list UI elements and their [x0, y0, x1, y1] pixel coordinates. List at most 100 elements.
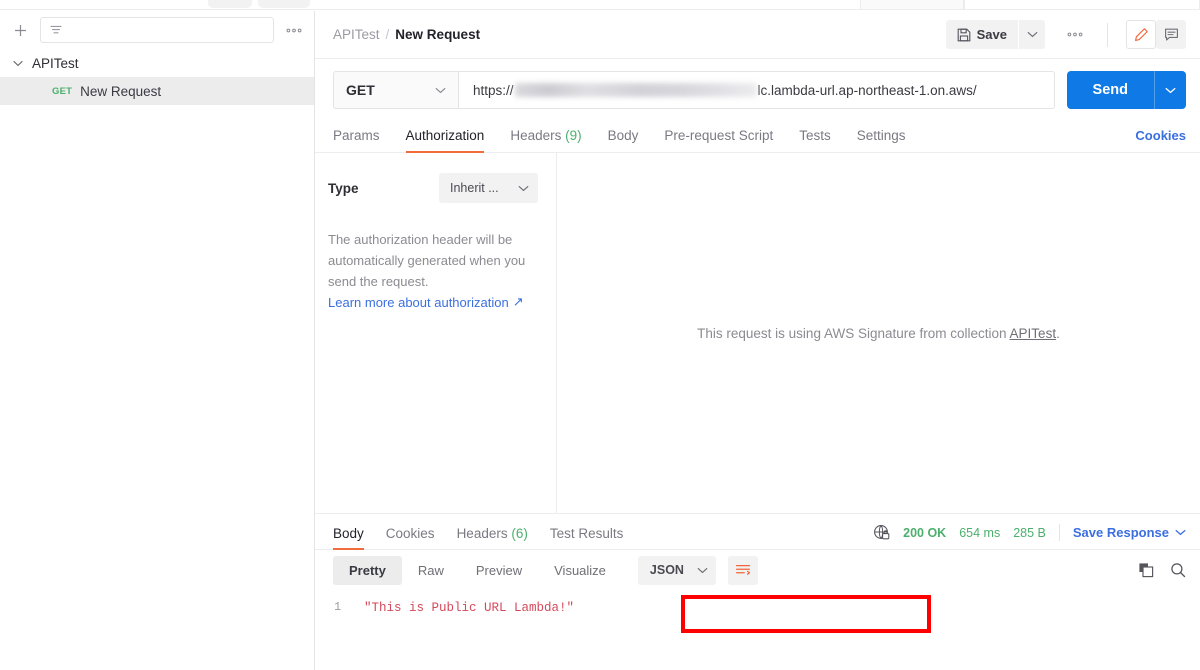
- save-options-caret[interactable]: [1019, 20, 1045, 49]
- send-button-group: Send: [1066, 71, 1186, 109]
- comments-button[interactable]: [1156, 20, 1186, 49]
- wrap-lines-button[interactable]: [727, 555, 758, 585]
- tab-label: Test Results: [549, 526, 624, 541]
- http-method-select[interactable]: GET: [333, 71, 458, 109]
- authorization-panel: Type Inherit ... The authorization heade…: [315, 153, 1200, 513]
- new-item-button[interactable]: [9, 19, 31, 41]
- wrap-text-icon: [735, 563, 751, 577]
- tab-body[interactable]: Body: [595, 128, 652, 152]
- response-tab-body[interactable]: Body: [333, 526, 375, 550]
- response-tab-cookies[interactable]: Cookies: [375, 526, 446, 549]
- postman-window: APITest GET New Request APITest / New Re…: [0, 0, 1200, 670]
- response-language-value: JSON: [649, 563, 684, 577]
- request-method-tag: GET: [52, 85, 73, 97]
- tab-label: Headers: [510, 128, 562, 143]
- tab-headers[interactable]: Headers (9): [497, 128, 594, 152]
- breadcrumb: APITest / New Request: [333, 27, 480, 42]
- collection-name: APITest: [32, 55, 79, 71]
- auth-type-select[interactable]: Inherit ...: [439, 173, 538, 203]
- header-icon-group: [1126, 20, 1186, 49]
- save-label: Save: [976, 27, 1007, 42]
- request-header: APITest / New Request Save: [315, 11, 1200, 59]
- save-response-label: Save Response: [1072, 525, 1169, 540]
- tab-count: (6): [511, 526, 528, 541]
- comment-icon: [1164, 27, 1179, 42]
- auth-message-prefix: This request is using AWS Signature from…: [697, 326, 1010, 341]
- save-icon: [957, 28, 971, 42]
- cookies-link[interactable]: Cookies: [1135, 128, 1186, 152]
- format-pretty-button[interactable]: Pretty: [333, 555, 402, 585]
- tab-label: Pre-request Script: [664, 128, 774, 143]
- filter-icon: [49, 23, 63, 37]
- url-prefix: https://: [473, 82, 514, 98]
- tab-authorization[interactable]: Authorization: [393, 128, 498, 153]
- send-button[interactable]: Send: [1067, 71, 1154, 109]
- auth-type-row: Type Inherit ...: [326, 173, 538, 203]
- format-preview-button[interactable]: Preview: [460, 556, 538, 585]
- save-button[interactable]: Save: [945, 20, 1018, 49]
- header-divider: [1107, 22, 1108, 47]
- tab-tests[interactable]: Tests: [786, 128, 844, 152]
- response-size: 285 B: [1013, 525, 1046, 540]
- line-number: 1: [334, 601, 341, 614]
- secure-globe-icon: [873, 524, 890, 541]
- response-tab-test-results[interactable]: Test Results: [539, 526, 635, 549]
- tab-params[interactable]: Params: [333, 128, 393, 152]
- authorization-left-panel: Type Inherit ... The authorization heade…: [315, 153, 557, 513]
- edit-request-button[interactable]: [1126, 20, 1156, 49]
- search-icon[interactable]: [1170, 562, 1186, 578]
- response-format-toolbar: Pretty Raw Preview Visualize JSON: [315, 550, 1200, 590]
- copy-icon[interactable]: [1138, 562, 1154, 578]
- tab-label: Tests: [799, 128, 831, 143]
- tab-label: Body: [333, 526, 364, 541]
- request-tabs: Params Authorization Headers (9) Body Pr…: [315, 119, 1200, 153]
- main-area: APITest / New Request Save GET https:// …: [315, 0, 1200, 670]
- sidebar-more-button[interactable]: [283, 19, 305, 41]
- sidebar-toolbar: [0, 11, 314, 49]
- tab-label: Settings: [856, 128, 906, 143]
- response-pane: Body Cookies Headers (6) Test Results 20…: [315, 513, 1200, 670]
- sidebar-request-new-request[interactable]: GET New Request: [0, 77, 314, 105]
- code-line: 1 "This is Public URL Lambda!": [315, 598, 1200, 618]
- auth-message-collection-link[interactable]: APITest: [1010, 326, 1057, 341]
- chevron-down-icon: [435, 87, 446, 94]
- response-language-select[interactable]: JSON: [637, 555, 716, 585]
- request-name-label: New Request: [80, 83, 162, 99]
- response-status-group: 200 OK 654 ms 285 B Save Response: [873, 524, 1186, 549]
- sidebar-collection-apitest[interactable]: APITest: [0, 49, 314, 77]
- auth-description: The authorization header will be automat…: [328, 232, 526, 289]
- response-tab-headers[interactable]: Headers (6): [446, 526, 539, 549]
- tab-pre-request-script[interactable]: Pre-request Script: [651, 128, 786, 152]
- auth-type-label: Type: [328, 180, 359, 196]
- save-button-group: Save: [945, 20, 1045, 49]
- response-body-text: "This is Public URL Lambda!": [364, 601, 575, 615]
- breadcrumb-separator: /: [385, 27, 390, 42]
- chevron-down-icon: [518, 185, 529, 192]
- format-raw-button[interactable]: Raw: [402, 556, 460, 585]
- sidebar-filter-input[interactable]: [40, 17, 274, 43]
- save-response-button[interactable]: Save Response: [1073, 525, 1186, 540]
- breadcrumb-collection[interactable]: APITest: [333, 27, 380, 42]
- tab-label: Authorization: [405, 128, 485, 143]
- response-time: 654 ms: [959, 525, 1001, 540]
- response-body[interactable]: 1 "This is Public URL Lambda!": [315, 590, 1200, 670]
- request-more-button[interactable]: [1061, 21, 1089, 49]
- chevron-down-icon: [13, 60, 23, 67]
- auth-learn-more-link[interactable]: Learn more about authorization ↗: [326, 294, 524, 310]
- url-suffix: lc.lambda-url.ap-northeast-1.on.aws/: [757, 82, 977, 98]
- auth-type-value: Inherit ...: [450, 181, 499, 195]
- chevron-down-icon: [1175, 529, 1186, 536]
- tab-label: Params: [333, 128, 380, 143]
- tab-label: Cookies: [385, 526, 435, 541]
- tab-label: Body: [607, 128, 639, 143]
- send-options-caret[interactable]: [1154, 71, 1186, 109]
- response-status-divider: [1058, 524, 1060, 541]
- auth-message-suffix: .: [1056, 326, 1060, 341]
- tab-settings[interactable]: Settings: [844, 128, 919, 152]
- format-visualize-button[interactable]: Visualize: [538, 556, 622, 585]
- url-bar: GET https:// lc.lambda-url.ap-northeast-1…: [315, 59, 1200, 119]
- response-status-code: 200 OK: [903, 525, 947, 540]
- authorization-right-panel: This request is using AWS Signature from…: [557, 153, 1200, 513]
- url-input[interactable]: https:// lc.lambda-url.ap-northeast-1.on.…: [458, 71, 1055, 109]
- breadcrumb-current[interactable]: New Request: [395, 27, 480, 42]
